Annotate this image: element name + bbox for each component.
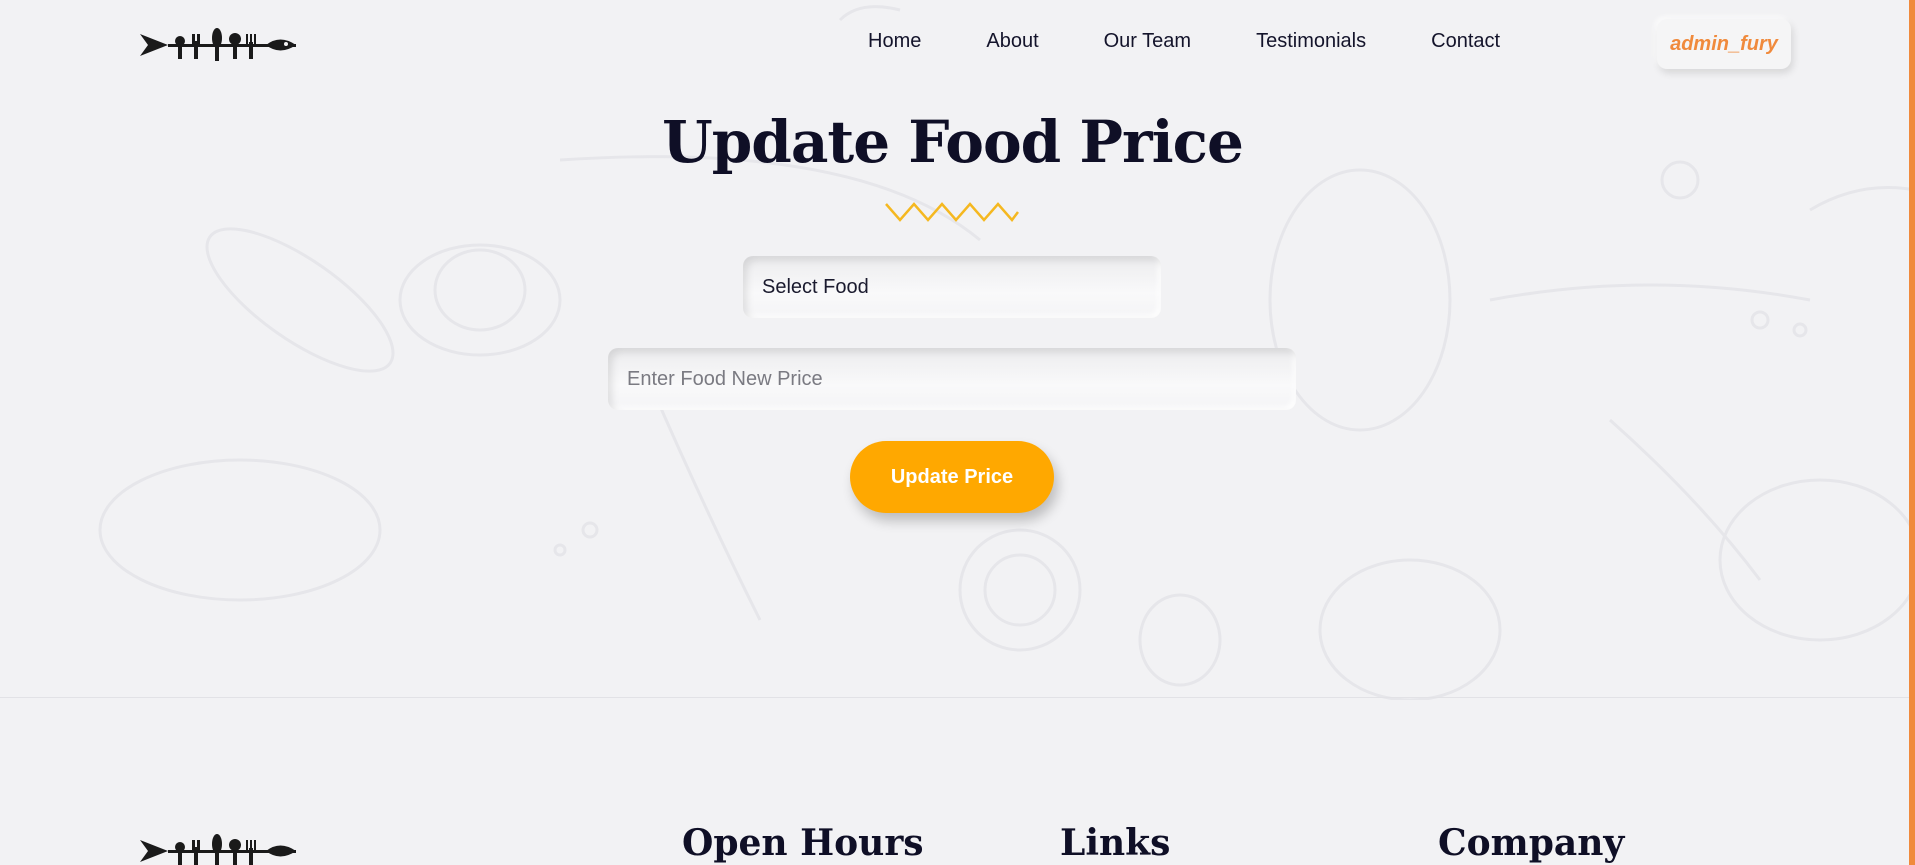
- page-title: Update Food Price: [662, 108, 1244, 176]
- main-nav: Home About Our Team Testimonials Contact: [868, 30, 1500, 53]
- footer-heading-company: Company: [1438, 822, 1625, 864]
- user-badge[interactable]: admin_fury: [1657, 19, 1791, 69]
- accent-strip: [1909, 0, 1915, 865]
- update-price-button[interactable]: Update Price: [850, 441, 1054, 513]
- nav-home[interactable]: Home: [868, 30, 921, 53]
- nav-testimonials[interactable]: Testimonials: [1256, 30, 1366, 53]
- page: Home About Our Team Testimonials Contact…: [0, 0, 1915, 865]
- zigzag-divider-icon: [885, 202, 1019, 222]
- logo-icon[interactable]: [140, 26, 298, 64]
- food-select[interactable]: Select Food: [743, 256, 1161, 318]
- nav-our-team[interactable]: Our Team: [1104, 30, 1191, 53]
- nav-contact[interactable]: Contact: [1431, 30, 1500, 53]
- price-input[interactable]: [608, 348, 1296, 410]
- footer-divider: [0, 697, 1909, 698]
- footer-heading-links: Links: [1060, 822, 1171, 864]
- footer-heading-open-hours: Open Hours: [682, 822, 924, 864]
- nav-about[interactable]: About: [986, 30, 1038, 53]
- footer-logo-icon[interactable]: [140, 832, 298, 865]
